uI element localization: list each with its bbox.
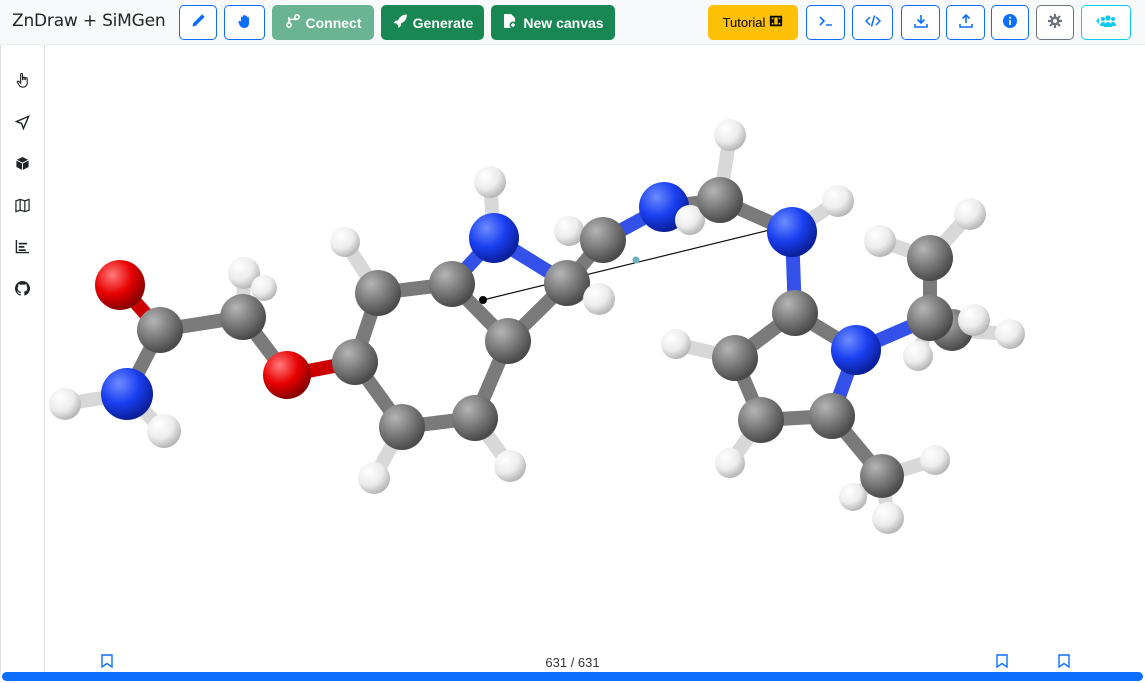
hand-icon [237,13,253,32]
connect-button[interactable]: Connect [272,5,374,40]
pencil-icon [190,13,206,32]
frame-counter: 631 / 631 [545,655,600,670]
tutorial-button[interactable]: Tutorial [708,5,798,40]
analysis-icon[interactable] [15,239,33,257]
measure-point [479,296,487,304]
generate-button[interactable]: Generate [381,5,484,40]
navbar: ZnDraw + SiMGen Connect Generate New can… [0,0,1145,45]
generate-label: Generate [412,14,474,31]
frame-progress-bar[interactable] [2,672,1143,681]
users-icon [1095,13,1117,32]
file-plus-icon [502,13,518,32]
interact-button[interactable] [224,5,265,40]
bookmark-icon[interactable] [1058,654,1072,670]
connect-label: Connect [305,14,362,31]
bookmark-icon[interactable] [996,654,1010,670]
download-button[interactable] [901,5,940,40]
info-button[interactable] [991,5,1029,40]
new-canvas-label: New canvas [523,14,604,31]
info-icon [1002,13,1018,32]
molecule-viewer[interactable] [45,45,1145,675]
git-branch-icon [285,13,301,32]
edit-button[interactable] [179,5,217,40]
tutorial-label: Tutorial [722,15,766,30]
github-icon[interactable] [15,281,33,299]
users-button[interactable] [1081,5,1131,40]
terminal-icon [818,13,834,32]
terminal-button[interactable] [806,5,845,40]
geometry-icon[interactable] [14,115,33,133]
rocket-icon [392,13,408,32]
measure-midpoint [632,256,640,264]
download-icon [913,13,929,32]
app-title: ZnDraw + SiMGen [12,11,166,31]
new-canvas-button[interactable]: New canvas [491,5,615,40]
selection-icon[interactable] [15,72,33,91]
upload-icon [958,13,974,32]
code-button[interactable] [852,5,893,40]
modifier-icon[interactable] [15,156,33,174]
code-icon [864,13,881,32]
bookmark-icon[interactable] [101,654,115,670]
settings-button[interactable] [1036,5,1074,40]
scene-icon[interactable] [15,198,33,216]
upload-button[interactable] [946,5,985,40]
gear-icon [1047,13,1063,32]
film-icon [769,14,783,31]
sidebar [0,45,45,675]
